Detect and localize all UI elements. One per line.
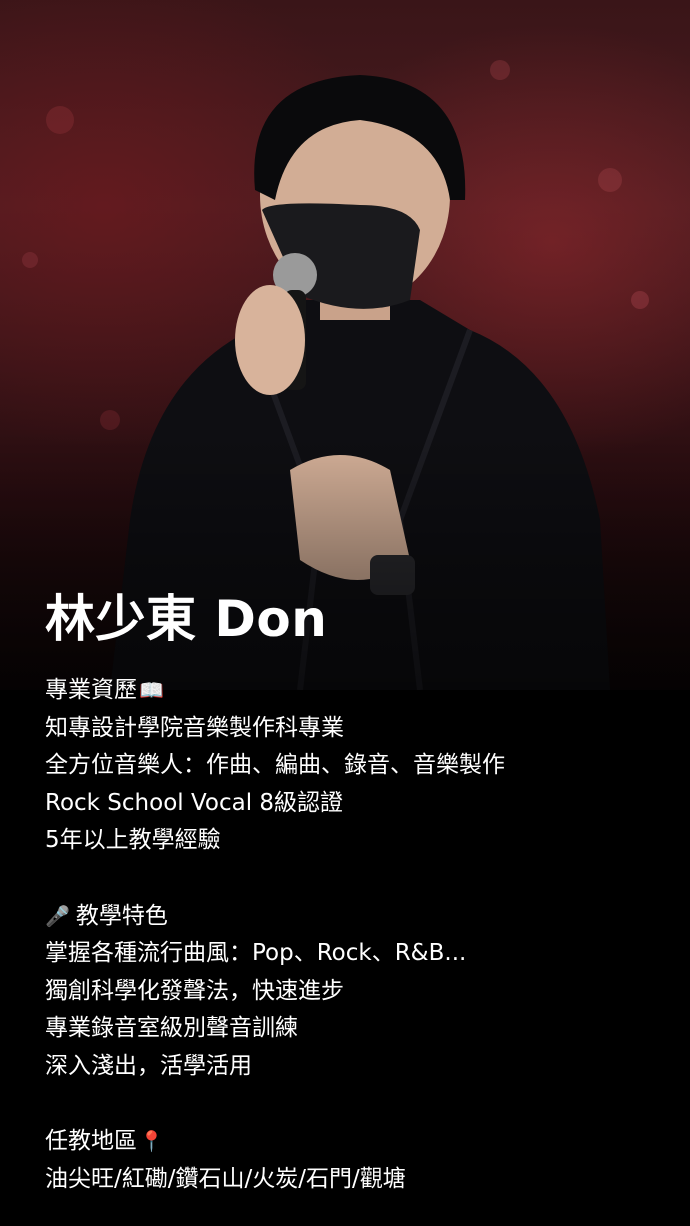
list-item: 知專設計學院音樂製作科專業 — [45, 714, 344, 741]
list-item: 油尖旺/紅磡/鑽石山/火炭/石門/觀塘 — [45, 1165, 406, 1192]
section-heading-teaching-features: 🎤 教學特色 — [45, 902, 168, 929]
teacher-name: 林少東 Don — [45, 590, 328, 648]
profile-details: 專業資歷 📖 知專設計學院音樂製作科專業 全方位音樂人：作曲、編曲、錄音、音樂製作… — [45, 672, 665, 1198]
open-book-icon: 📖 — [139, 678, 164, 702]
microphone-music-icon: 🎤 — [45, 903, 70, 928]
list-item: 全方位音樂人：作曲、編曲、錄音、音樂製作 — [45, 752, 505, 779]
list-item: 5年以上教學經驗 — [45, 827, 221, 854]
list-item: 專業錄音室級別聲音訓練 — [45, 1015, 298, 1042]
location-pin-icon: 📍 — [139, 1129, 164, 1154]
list-item: 深入淺出，活學活用 — [45, 1052, 252, 1079]
section-heading-qualifications: 專業資歷 📖 — [45, 677, 164, 703]
list-item: Rock School Vocal 8級認證 — [45, 789, 344, 816]
hero-photo — [0, 0, 690, 690]
section-heading-teaching-areas: 任教地區 📍 — [45, 1128, 164, 1155]
list-item: 獨創科學化發聲法，快速進步 — [45, 977, 344, 1004]
list-item: 掌握各種流行曲風：Pop、Rock、R&B... — [45, 940, 467, 967]
